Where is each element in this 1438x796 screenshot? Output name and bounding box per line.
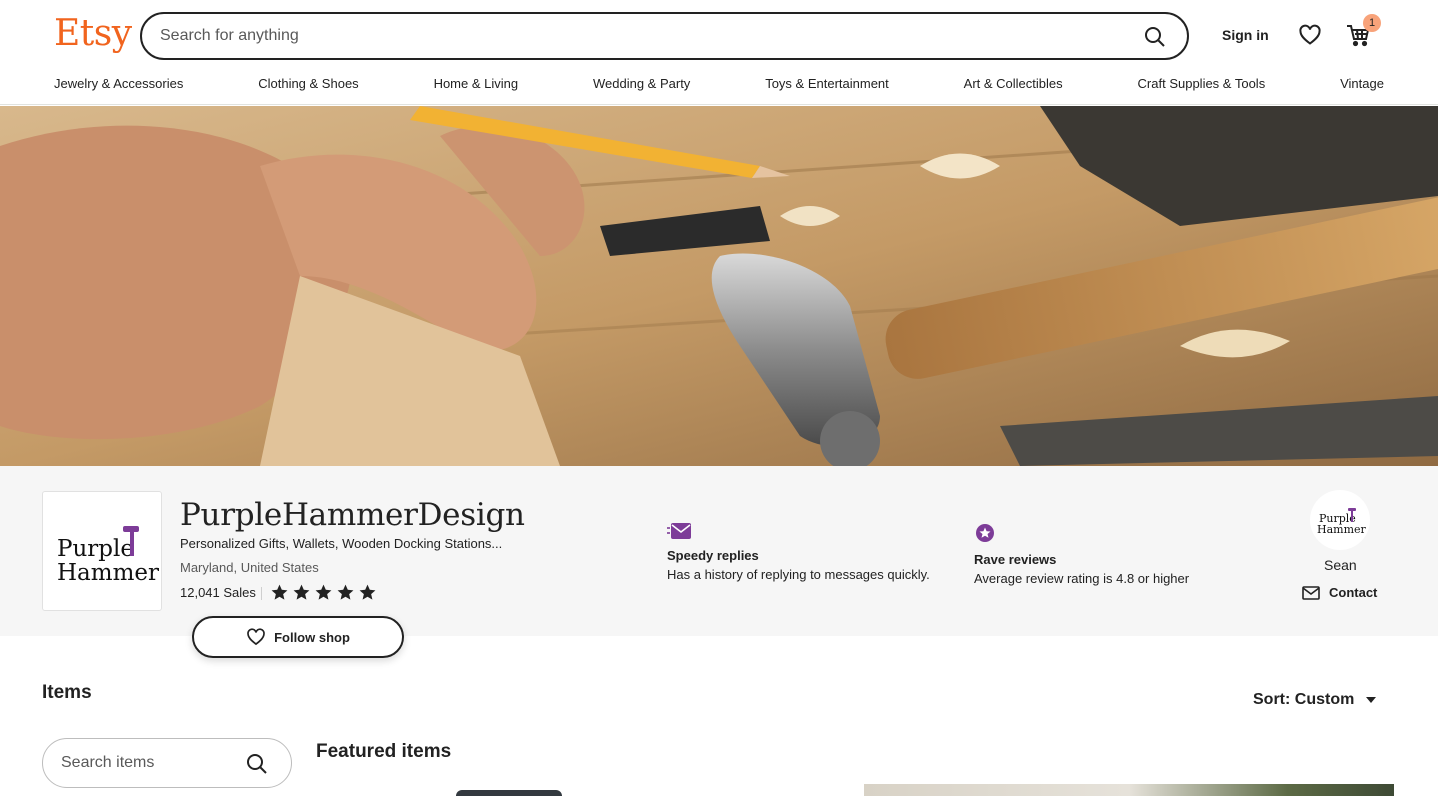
nav-item-home[interactable]: Home & Living: [434, 76, 519, 91]
featured-item-thumbnail[interactable]: [864, 784, 1394, 796]
nav-item-jewelry[interactable]: Jewelry & Accessories: [54, 76, 183, 91]
star-icon: [271, 584, 288, 600]
divider: [261, 587, 262, 600]
nav-item-wedding[interactable]: Wedding & Party: [593, 76, 690, 91]
cart-count-badge: 1: [1363, 14, 1381, 32]
nav-item-toys[interactable]: Toys & Entertainment: [765, 76, 889, 91]
nav-item-art[interactable]: Art & Collectibles: [964, 76, 1063, 91]
woodworking-banner-illustration: [0, 106, 1438, 466]
site-search-bar[interactable]: [140, 12, 1189, 60]
mail-icon: [1302, 585, 1320, 600]
shop-logo-line2: Hammer: [1317, 523, 1367, 536]
items-section-title: Items: [42, 682, 92, 703]
follow-shop-label: Follow shop: [274, 629, 350, 645]
sort-dropdown[interactable]: Sort: Custom: [1253, 691, 1377, 709]
sign-in-link[interactable]: Sign in: [1222, 27, 1269, 43]
shop-sales-count[interactable]: 12,041 Sales: [180, 585, 256, 600]
owner-name[interactable]: Sean: [1324, 557, 1357, 573]
item-search-input[interactable]: [61, 754, 231, 772]
feature-description: Has a history of replying to messages qu…: [667, 567, 930, 582]
shop-banner-image: [0, 106, 1438, 466]
star-icon: [359, 584, 376, 600]
nav-item-clothing[interactable]: Clothing & Shoes: [258, 76, 358, 91]
heart-icon: [247, 628, 265, 646]
shop-tagline: Personalized Gifts, Wallets, Wooden Dock…: [180, 536, 503, 551]
nav-item-craft[interactable]: Craft Supplies & Tools: [1138, 76, 1266, 91]
search-icon[interactable]: [245, 752, 269, 776]
shop-logo-line2: Hammer: [57, 560, 159, 586]
site-search-input[interactable]: [160, 27, 1120, 45]
nav-item-vintage[interactable]: Vintage: [1340, 76, 1384, 91]
shop-rating-stars[interactable]: [270, 583, 377, 602]
shop-location: Maryland, United States: [180, 560, 319, 575]
feature-title: Speedy replies: [667, 548, 759, 563]
sort-label: Sort: Custom: [1253, 691, 1355, 708]
featured-item-thumbnail[interactable]: [456, 790, 562, 796]
feature-title: Rave reviews: [974, 552, 1057, 567]
speedy-reply-icon: [667, 523, 691, 539]
shop-logo[interactable]: Purple Hammer: [42, 491, 162, 611]
featured-items-title: Featured items: [316, 741, 452, 762]
site-header: Etsy Sign in 1 Jewelry & Accessories Clo…: [0, 0, 1438, 105]
shop-name: PurpleHammerDesign: [180, 497, 525, 533]
caret-down-icon: [1366, 697, 1377, 703]
owner-avatar[interactable]: Purple Hammer: [1310, 490, 1370, 550]
shop-logo-line1: Purple: [57, 536, 134, 562]
etsy-logo[interactable]: Etsy: [54, 13, 132, 54]
feature-description: Average review rating is 4.8 or higher: [974, 571, 1190, 586]
feature-speedy-replies: Speedy replies Has a history of replying…: [667, 523, 930, 582]
purple-hammer-logo-icon: Purple Hammer: [57, 526, 159, 586]
item-search-bar[interactable]: [42, 738, 292, 788]
rave-review-icon: [976, 524, 994, 542]
favorites-heart-icon[interactable]: [1298, 23, 1322, 47]
feature-rave-reviews: Rave reviews Average review rating is 4.…: [974, 523, 1189, 586]
follow-shop-button[interactable]: Follow shop: [192, 616, 404, 658]
contact-label: Contact: [1329, 585, 1378, 600]
category-nav: Jewelry & Accessories Clothing & Shoes H…: [54, 76, 1384, 91]
purple-hammer-logo-icon: Purple Hammer: [1317, 508, 1367, 536]
star-icon: [337, 584, 354, 600]
star-icon: [315, 584, 332, 600]
search-icon[interactable]: [1143, 25, 1167, 49]
contact-owner-button[interactable]: Contact: [1302, 585, 1377, 600]
star-icon: [293, 584, 310, 600]
